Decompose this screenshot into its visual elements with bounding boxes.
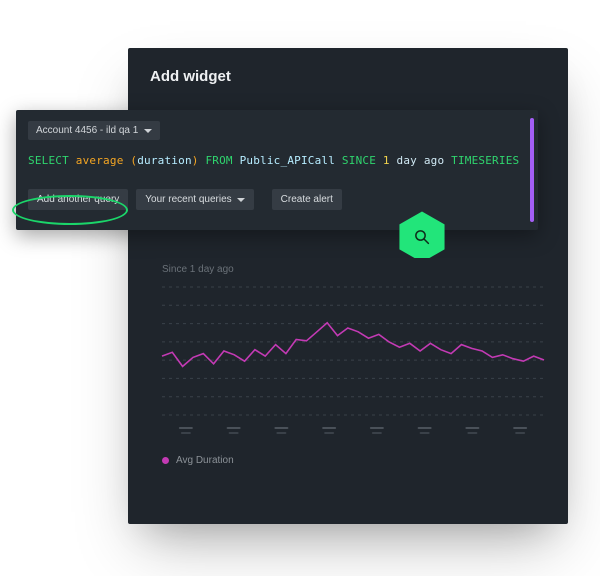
token-rpar: ) [192,154,199,167]
query-editor-card: Account 4456 - ild qa 1 SELECT average (… [16,110,538,230]
token-num: 1 [383,154,390,167]
account-selector[interactable]: Account 4456 - ild qa 1 [28,121,160,140]
query-text[interactable]: SELECT average (duration) FROM Public_AP… [28,154,524,167]
query-button-row: Add another query Your recent queries Cr… [28,189,524,210]
token-select: SELECT [28,154,69,167]
chart-subtitle: Since 1 day ago [156,258,550,277]
add-another-label: Add another query [37,194,119,205]
chart-legend: Avg Duration [156,447,550,466]
chart-panel: Since 1 day ago Avg Duration [156,258,550,506]
token-range: day ago [397,154,445,167]
search-fab[interactable] [398,210,446,264]
legend-label: Avg Duration [176,455,234,466]
search-icon [413,228,431,246]
recent-queries-button[interactable]: Your recent queries [136,189,253,210]
accent-bar [530,118,534,222]
token-duration: duration [137,154,192,167]
recent-queries-label: Your recent queries [145,194,231,205]
chart-svg [156,277,550,447]
account-label: Account 4456 - ild qa 1 [36,125,138,136]
create-alert-label: Create alert [281,194,333,205]
chevron-down-icon [144,129,152,134]
add-another-query-button[interactable]: Add another query [28,189,128,210]
token-table: Public_APICall [240,154,336,167]
token-timeseries: TIMESERIES [451,154,519,167]
chevron-down-icon [237,198,245,203]
create-alert-button[interactable]: Create alert [272,189,342,210]
legend-dot [162,457,169,464]
token-from: FROM [205,154,232,167]
token-since: SINCE [342,154,376,167]
page-title: Add widget [128,48,568,85]
token-average: average [76,154,124,167]
